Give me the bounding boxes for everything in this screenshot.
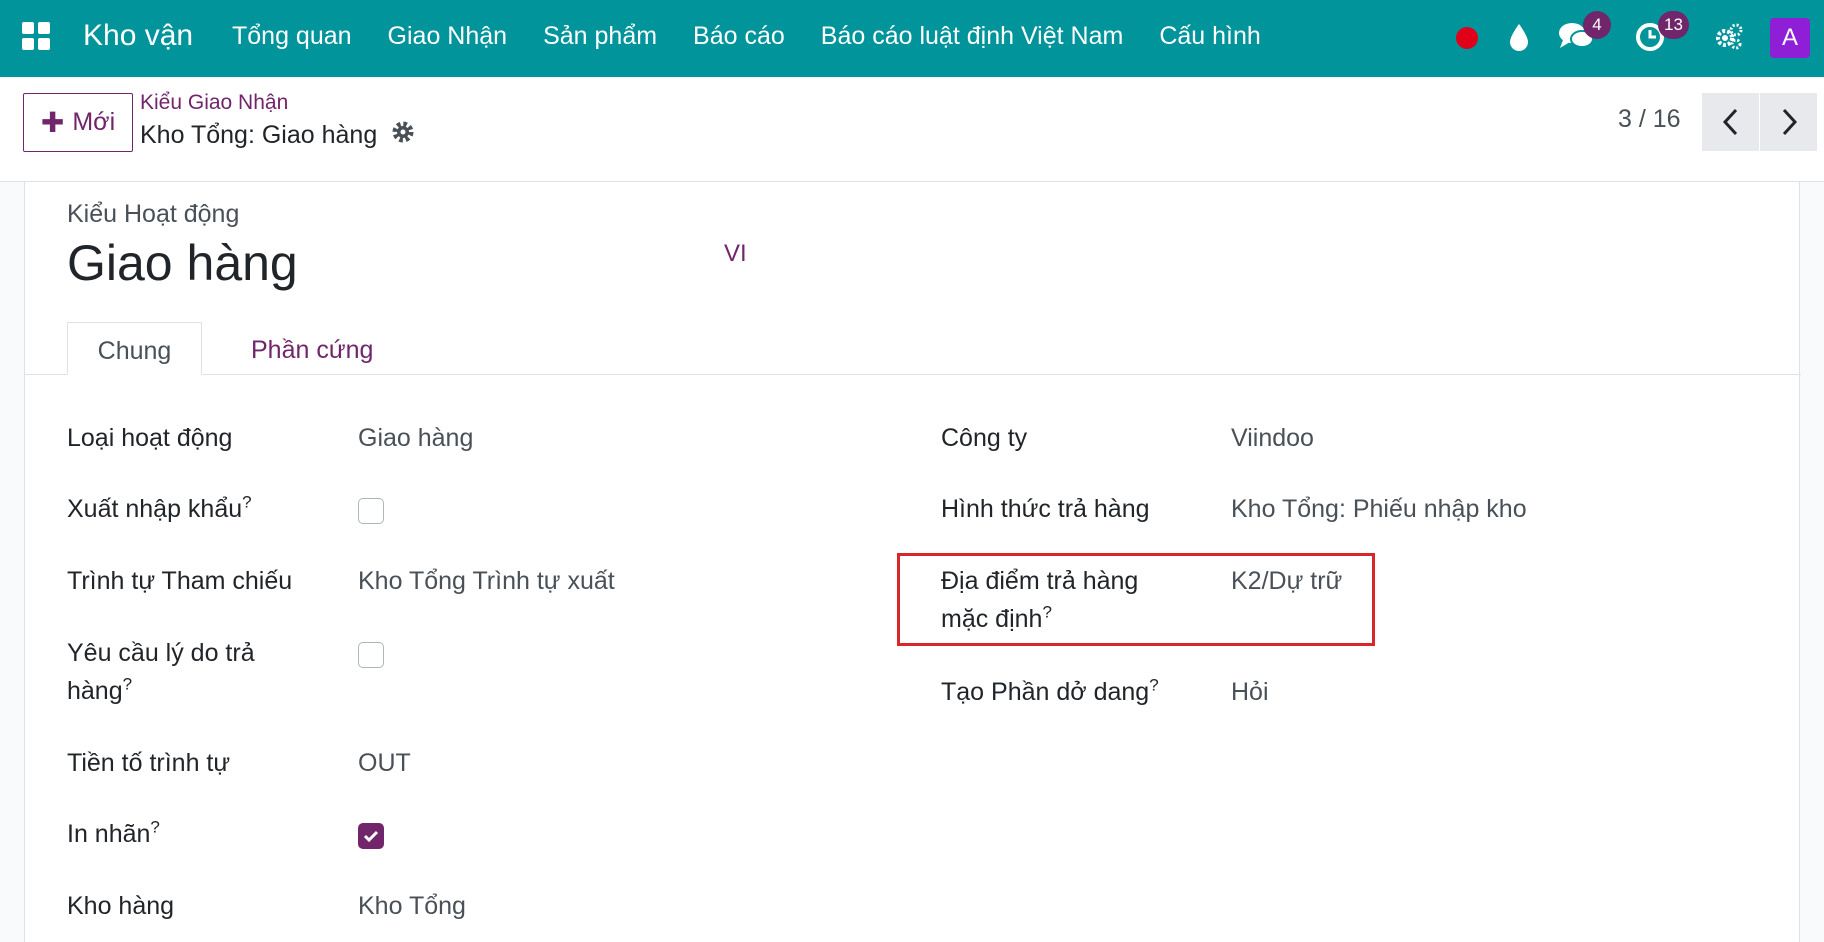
- top-navbar: Kho vận Tổng quan Giao Nhận Sản phẩm Báo…: [0, 0, 1824, 77]
- help-tooltip-icon[interactable]: ?: [242, 493, 251, 512]
- company-value[interactable]: Viindoo: [1231, 419, 1314, 457]
- control-panel: ✚ Mới Kiểu Giao Nhận Kho Tổng: Giao hàng…: [0, 77, 1824, 182]
- highlight-annotation-box: [897, 553, 1375, 646]
- import-export-checkbox[interactable]: [358, 498, 384, 524]
- help-tooltip-icon[interactable]: ?: [123, 675, 132, 694]
- tab-general[interactable]: Chung: [67, 322, 202, 375]
- create-backorder-label: Tạo Phần dở dang?: [941, 675, 1159, 706]
- help-tooltip-icon[interactable]: ?: [150, 818, 159, 837]
- return-reason-checkbox[interactable]: [358, 642, 384, 668]
- breadcrumb-parent-link[interactable]: Kiểu Giao Nhận: [140, 91, 288, 115]
- debug-gears-icon[interactable]: [1714, 22, 1744, 57]
- menu-item-products[interactable]: Sản phẩm: [543, 22, 657, 51]
- return-type-value[interactable]: Kho Tổng: Phiếu nhập kho: [1231, 490, 1527, 528]
- pager-previous-button[interactable]: [1702, 93, 1759, 151]
- menu-item-overview[interactable]: Tổng quan: [232, 22, 352, 51]
- print-label-label: In nhãn?: [67, 817, 160, 848]
- company-label: Công ty: [941, 424, 1028, 452]
- user-avatar[interactable]: A: [1770, 18, 1810, 58]
- app-name[interactable]: Kho vận: [83, 19, 193, 53]
- sequence-prefix-label: Tiền tố trình tự: [67, 749, 231, 777]
- menu-item-reporting[interactable]: Báo cáo: [693, 22, 785, 51]
- record-actions-gear-icon[interactable]: [391, 120, 415, 151]
- print-label-checkbox[interactable]: [358, 823, 384, 849]
- chevron-left-icon: [1722, 108, 1737, 136]
- plus-icon: ✚: [40, 107, 65, 138]
- water-drop-icon[interactable]: [1508, 22, 1530, 57]
- create-backorder-value[interactable]: Hỏi: [1231, 673, 1269, 711]
- return-reason-label: Yêu cầu lý do trả hàng?: [67, 639, 255, 705]
- checkmark-icon: [363, 830, 379, 843]
- breadcrumb-current: Kho Tổng: Giao hàng: [140, 120, 415, 151]
- notebook-tabs: Chung Phần cứng: [25, 322, 1801, 375]
- sequence-prefix-value[interactable]: OUT: [358, 744, 411, 782]
- apps-menu-icon[interactable]: [22, 22, 50, 50]
- title-field-label: Kiểu Hoạt động: [67, 200, 240, 228]
- record-name: Kho Tổng: Giao hàng: [140, 121, 378, 149]
- operation-type-label: Loại hoạt động: [67, 424, 233, 452]
- menu-item-configuration[interactable]: Cấu hình: [1159, 22, 1260, 51]
- activities-count-badge: 13: [1658, 11, 1689, 39]
- new-button-label: Mới: [72, 108, 116, 136]
- menu-item-operations[interactable]: Giao Nhận: [388, 22, 508, 51]
- recording-indicator-icon[interactable]: [1456, 27, 1478, 49]
- operation-type-value[interactable]: Giao hàng: [358, 419, 473, 457]
- messages-count-badge: 4: [1583, 11, 1611, 39]
- chevron-right-icon: [1782, 108, 1797, 136]
- pager-value[interactable]: 3 / 16: [1618, 105, 1681, 134]
- warehouse-label: Kho hàng: [67, 892, 175, 920]
- record-title-input[interactable]: Giao hàng: [67, 234, 298, 292]
- warehouse-value[interactable]: Kho Tổng: [358, 887, 466, 925]
- reference-sequence-value[interactable]: Kho Tổng Trình tự xuất: [358, 562, 615, 600]
- pager-next-button[interactable]: [1760, 93, 1817, 151]
- tab-hardware[interactable]: Phần cứng: [225, 322, 399, 375]
- main-menu: Tổng quan Giao Nhận Sản phẩm Báo cáo Báo…: [232, 22, 1297, 51]
- reference-sequence-label: Trình tự Tham chiếu: [67, 567, 293, 595]
- menu-item-vn-reports[interactable]: Báo cáo luật định Việt Nam: [821, 22, 1124, 51]
- new-record-button[interactable]: ✚ Mới: [23, 93, 133, 152]
- help-tooltip-icon[interactable]: ?: [1149, 676, 1158, 695]
- import-export-label: Xuất nhập khẩu?: [67, 492, 252, 523]
- return-type-label: Hình thức trả hàng: [941, 495, 1150, 523]
- language-button[interactable]: VI: [724, 240, 747, 268]
